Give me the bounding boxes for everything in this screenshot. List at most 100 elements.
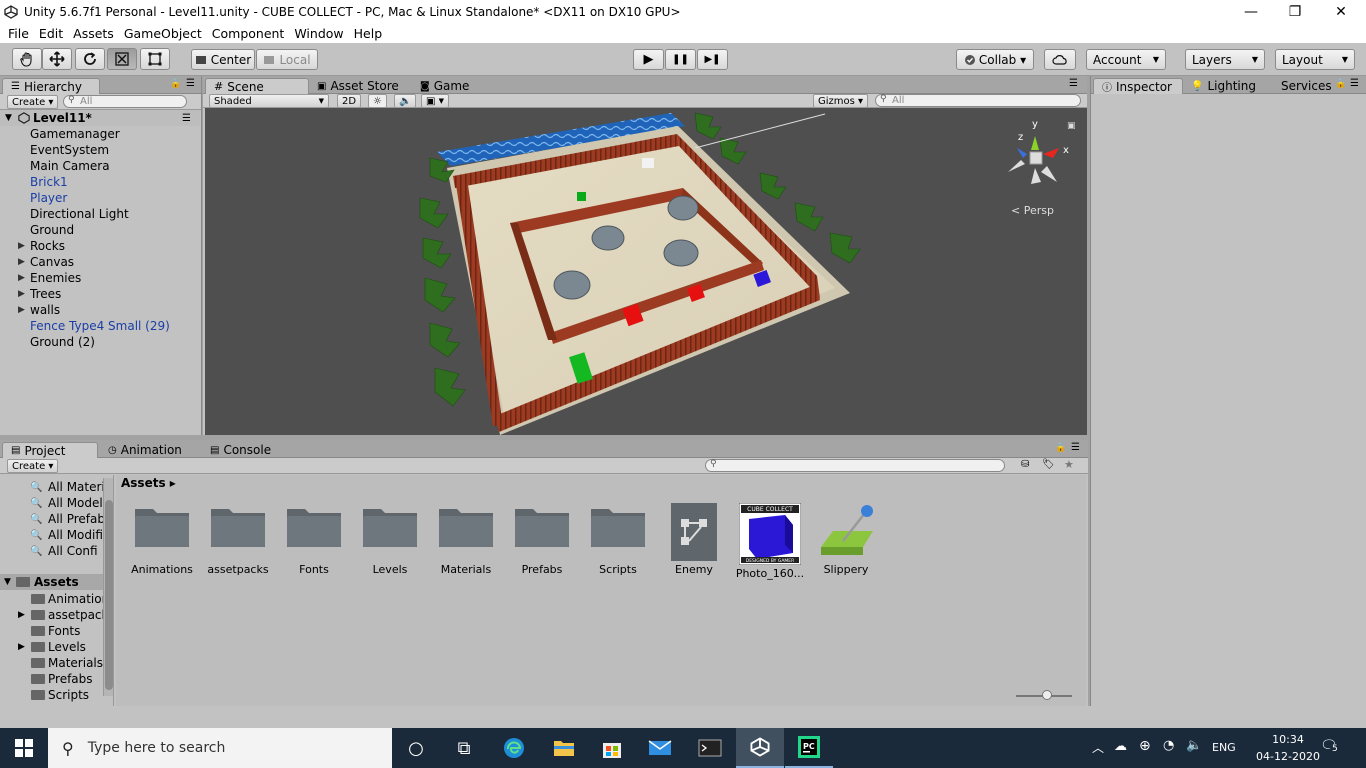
panel-menu-icon[interactable]: ☰ xyxy=(1350,78,1359,89)
pivot-center-toggle[interactable]: Center xyxy=(191,49,255,70)
asset-tree-folder[interactable]: ▶ Levels xyxy=(0,639,86,655)
move-tool-button[interactable] xyxy=(42,48,72,70)
play-button[interactable]: ▶ xyxy=(633,49,664,70)
icon-size-slider[interactable] xyxy=(1016,690,1072,700)
hierarchy-item[interactable]: Main Camera xyxy=(0,158,200,174)
terminal-taskbar-icon[interactable] xyxy=(686,728,734,768)
hierarchy-item[interactable]: ▶ Trees xyxy=(0,286,200,302)
tab-lighting[interactable]: 💡 Lighting xyxy=(1183,78,1264,94)
tab-inspector[interactable]: ⓘ Inspector xyxy=(1093,78,1183,94)
pycharm-taskbar-icon[interactable]: PC xyxy=(785,728,833,768)
assets-root-row[interactable]: ▼ Assets xyxy=(0,574,104,590)
hierarchy-item[interactable]: Brick1 xyxy=(0,174,200,190)
tab-hierarchy[interactable]: ☰ Hierarchy xyxy=(2,78,100,94)
mail-taskbar-icon[interactable] xyxy=(636,728,684,768)
asset-item[interactable]: Scripts xyxy=(580,503,656,576)
layers-dropdown[interactable]: Layers ▼ xyxy=(1185,49,1265,70)
expand-arrow-icon[interactable]: ▶ xyxy=(18,289,25,299)
collab-dropdown[interactable]: Collab ▾ xyxy=(956,49,1034,70)
tab-animation[interactable]: ◷ Animation xyxy=(100,442,190,458)
hierarchy-item[interactable]: ▶ Rocks xyxy=(0,238,200,254)
filter-by-type-icon[interactable]: ⛁ xyxy=(1021,459,1029,470)
asset-item[interactable]: Prefabs xyxy=(504,503,580,576)
asset-tree-folder[interactable]: Fonts xyxy=(0,623,80,639)
project-search-input[interactable]: ⚲ xyxy=(705,459,1005,472)
favorite-search-item[interactable]: 🔍 All Materi xyxy=(0,479,105,495)
cortana-button[interactable]: ○ xyxy=(392,728,440,768)
scene-root-row[interactable]: ▼ Level11* ☰ xyxy=(0,110,200,126)
expand-arrow-icon[interactable]: ▶ xyxy=(18,241,25,251)
asset-item[interactable]: Enemy xyxy=(656,503,732,576)
rotate-tool-button[interactable] xyxy=(75,48,105,70)
expand-arrow-icon[interactable]: ▶ xyxy=(18,642,25,652)
asset-item[interactable]: Levels xyxy=(352,503,428,576)
show-hidden-icons-chevron-icon[interactable]: ︿ xyxy=(1092,739,1104,756)
hierarchy-item[interactable]: Directional Light xyxy=(0,206,200,222)
shading-mode-dropdown[interactable]: Shaded ▼ xyxy=(209,94,329,108)
asset-item[interactable]: Fonts xyxy=(276,503,352,576)
account-dropdown[interactable]: Account ▼ xyxy=(1086,49,1166,70)
hierarchy-item[interactable]: ▶ Canvas xyxy=(0,254,200,270)
2d-toggle[interactable]: 2D xyxy=(337,94,362,108)
tab-asset-store[interactable]: ▣ Asset Store xyxy=(309,78,407,94)
favorite-search-item[interactable]: 🔍 All Prefab xyxy=(0,511,105,527)
lighting-toggle[interactable]: ☼ xyxy=(368,94,387,108)
clock[interactable]: 10:34 04-12-2020 xyxy=(1250,731,1326,765)
lock-icon[interactable]: 🔒 xyxy=(1335,79,1346,89)
tree-scrollbar-thumb[interactable] xyxy=(105,500,113,690)
file-explorer-taskbar-icon[interactable] xyxy=(540,728,588,768)
hierarchy-item[interactable]: Player xyxy=(0,190,200,206)
task-view-button[interactable]: ⧉ xyxy=(440,728,488,768)
favorite-search-item[interactable]: 🔍 All Model xyxy=(0,495,103,511)
hierarchy-item[interactable]: Ground xyxy=(0,222,200,238)
cloud-button[interactable] xyxy=(1044,49,1076,70)
hierarchy-item[interactable]: ▶ walls xyxy=(0,302,200,318)
filter-by-label-icon[interactable]: 🏷 xyxy=(1042,459,1055,470)
favorites-star-icon[interactable]: ★ xyxy=(1064,458,1074,471)
asset-tree-folder[interactable]: Animation xyxy=(0,591,109,607)
asset-tree-folder[interactable]: Scripts xyxy=(0,687,89,703)
panel-menu-icon[interactable]: ☰ xyxy=(182,113,191,124)
effects-dropdown[interactable]: ▣ ▼ xyxy=(421,94,450,108)
edge-taskbar-icon[interactable] xyxy=(490,728,538,768)
panel-menu-icon[interactable]: ☰ xyxy=(186,78,195,89)
volume-icon[interactable]: 🔈 xyxy=(1186,738,1202,753)
asset-item[interactable]: CUBE COLLECT DESIGNED BY GAMER Photo_160..… xyxy=(732,502,808,580)
asset-tree-folder[interactable]: Prefabs xyxy=(0,671,93,687)
asset-tree-folder[interactable]: ▶ assetpack xyxy=(0,607,108,623)
panel-menu-icon[interactable]: ☰ xyxy=(1071,442,1080,453)
asset-item[interactable]: Animations xyxy=(124,503,200,576)
language-indicator[interactable]: ENG xyxy=(1212,741,1236,754)
taskbar-search-box[interactable]: ⚲ Type here to search xyxy=(48,728,392,768)
expand-arrow-icon[interactable]: ▶ xyxy=(18,305,25,315)
notification-center-button[interactable]: 🗨 5 xyxy=(1320,738,1340,754)
slider-thumb[interactable] xyxy=(1042,690,1052,700)
tab-game[interactable]: ◙ Game xyxy=(412,78,477,94)
tab-project[interactable]: ▤ Project xyxy=(2,442,98,458)
hierarchy-item[interactable]: Fence Type4 Small (29) xyxy=(0,318,200,334)
asset-tree-folder[interactable]: Materials xyxy=(0,655,103,671)
network-cloud-icon[interactable]: ☁ xyxy=(1114,739,1127,754)
hierarchy-item[interactable]: Gamemanager xyxy=(0,126,200,142)
asset-item[interactable]: assetpacks xyxy=(200,503,276,576)
tab-scene[interactable]: # Scene xyxy=(205,78,309,94)
globe-icon[interactable]: ⊕ xyxy=(1139,738,1151,754)
menu-file[interactable]: File xyxy=(8,26,29,41)
gizmo-lock-icon[interactable]: ▣ xyxy=(1067,121,1076,131)
assets-breadcrumb[interactable]: Assets ▸ xyxy=(121,476,176,490)
step-button[interactable]: ▶❚ xyxy=(697,49,728,70)
hierarchy-item[interactable]: EventSystem xyxy=(0,142,200,158)
tab-console[interactable]: ▤ Console xyxy=(202,442,279,458)
menu-component[interactable]: Component xyxy=(212,26,285,41)
pause-button[interactable]: ❚❚ xyxy=(665,49,696,70)
favorite-search-item[interactable]: 🔍 All Modifi xyxy=(0,527,103,543)
hierarchy-search-input[interactable]: ⚲ All xyxy=(63,95,187,108)
audio-toggle[interactable]: 🔈 xyxy=(394,94,417,108)
tab-services[interactable]: Services xyxy=(1273,78,1340,94)
asset-item[interactable]: Slippery xyxy=(808,503,884,576)
expand-arrow-icon[interactable]: ▶ xyxy=(18,257,25,267)
scene-viewport[interactable]: y x z ▣ < Persp xyxy=(205,108,1087,435)
hierarchy-item[interactable]: Ground (2) xyxy=(0,334,200,350)
rect-tool-button[interactable] xyxy=(140,48,170,70)
wifi-icon[interactable]: ◔ xyxy=(1163,738,1174,753)
